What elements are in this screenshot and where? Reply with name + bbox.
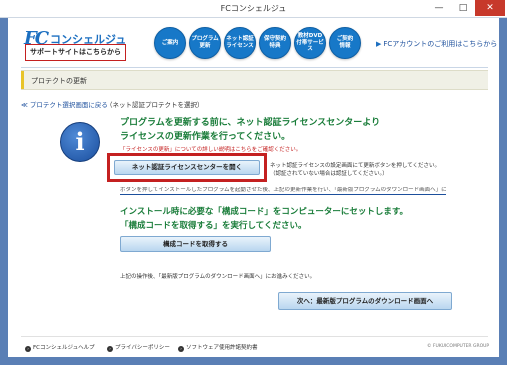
- back-note: （ネット認証プロテクトを選択）: [106, 101, 204, 109]
- nav-label-2: ライセンス: [226, 43, 254, 49]
- page-content: FC コンシェルジュ サポートサイトはこちらから ご案内 プログラム 更新 ネット…: [8, 18, 499, 357]
- open-license-center-button[interactable]: ネット認証ライセンスセンターを開く: [114, 160, 260, 175]
- nav-label: プログラム: [191, 36, 219, 43]
- nav-contract-info[interactable]: ご契約 情報: [329, 27, 361, 59]
- support-site-button[interactable]: サポートサイトはこちらから: [25, 44, 126, 61]
- nav-label: 教材DVD: [297, 32, 323, 39]
- nav-label-2: 特典: [269, 43, 281, 49]
- section-title: プロテクトの更新: [31, 77, 87, 85]
- message-line: インストール時に必要な「構成コード」をコンピューターにセットします。: [120, 207, 408, 217]
- license-center-note: ネット認証ライセンスの設定画面にて更新ボタンを押してください。 （認証されていな…: [270, 162, 442, 178]
- chevron-right-icon: ›: [107, 346, 113, 352]
- message-line: プログラムを更新する前に、ネット認証ライセンスセンターより: [120, 118, 381, 128]
- window-frame: FC コンシェルジュ サポートサイトはこちらから ご案内 プログラム 更新 ネット…: [0, 18, 507, 365]
- chevron-right-icon: ›: [25, 346, 31, 352]
- footer-link-label: ソフトウェア使用許諾契約書: [186, 345, 258, 351]
- highlight-frame: ネット認証ライセンスセンターを開く: [107, 153, 267, 182]
- nav-maintenance[interactable]: 保守契約 特典: [259, 27, 291, 59]
- nav-dvd-service[interactable]: 教材DVD 付帯サービス: [294, 27, 326, 59]
- nav-program-update[interactable]: プログラム 更新: [189, 27, 221, 59]
- nav-label: ネット認証: [226, 36, 254, 43]
- fc-account-link[interactable]: ▶ FCアカウントのご利用はこちらから: [376, 39, 497, 49]
- title-bar: FCコンシェルジュ — □ ✕: [0, 0, 507, 18]
- section-accent: [21, 71, 24, 89]
- header-divider: [21, 67, 488, 68]
- footer-divider: [21, 336, 488, 337]
- footer-privacy-link[interactable]: › プライバシーポリシー: [107, 343, 170, 352]
- nav-label: ご契約: [336, 36, 354, 43]
- chevron-right-icon: ›: [178, 346, 184, 352]
- nav-guide[interactable]: ご案内: [154, 27, 186, 59]
- config-code-message: インストール時に必要な「構成コード」をコンピューターにセットします。 「構成コー…: [120, 205, 408, 233]
- minimize-button[interactable]: —: [427, 0, 451, 16]
- after-operation-note: 上記の操作後、「最新版プログラムのダウンロード画面へ」にお進みください。: [120, 274, 316, 280]
- back-to-protect-select-link[interactable]: ≪ プロテクト選択画面に戻る: [21, 99, 108, 109]
- license-help-link[interactable]: 「ライセンスの更新」についての詳しい説明はこちらをご確認ください。: [120, 145, 301, 153]
- note-line: （認証されていない場合は認証してください。）: [270, 171, 388, 177]
- info-icon: i: [60, 122, 100, 162]
- nav-net-license[interactable]: ネット認証 ライセンス: [224, 27, 256, 59]
- note-line: ネット認証ライセンスの設定画面にて更新ボタンを押してください。: [270, 163, 441, 169]
- nav-label-2: 付帯サービス: [296, 39, 324, 53]
- footer-license-agreement-link[interactable]: › ソフトウェア使用許諾契約書: [178, 343, 258, 352]
- maximize-button[interactable]: □: [451, 0, 475, 16]
- close-button[interactable]: ✕: [475, 0, 505, 16]
- next-download-button[interactable]: 次へ：最新版プログラムのダウンロード画面へ: [278, 292, 452, 310]
- get-config-code-button[interactable]: 構成コードを取得する: [120, 236, 271, 252]
- partially-hidden-note: ボタンを押してインストールしたプログラムを起動させた後、上記の更新作業を行い、「…: [120, 187, 446, 195]
- message-line: ライセンスの更新作業を行ってください。: [120, 132, 291, 142]
- nav-label-2: 情報: [339, 43, 351, 49]
- footer-link-label: プライバシーポリシー: [115, 345, 170, 351]
- section-header: プロテクトの更新: [21, 70, 488, 90]
- triangle-right-icon: ▶: [376, 40, 382, 48]
- message-line: 「構成コードを取得する」を実行してください。: [120, 221, 307, 231]
- license-update-message: プログラムを更新する前に、ネット認証ライセンスセンターより ライセンスの更新作業…: [120, 116, 380, 144]
- footer-help-link[interactable]: › FCコンシェルジュヘルプ: [25, 343, 95, 352]
- nav-label: ご案内: [161, 39, 179, 46]
- fc-account-label: FCアカウントのご利用はこちらから: [383, 40, 498, 48]
- nav-label-2: 更新: [199, 43, 211, 49]
- nav-label: 保守契約: [263, 36, 286, 43]
- copyright: © FUKUICOMPUTER GROUP: [427, 344, 490, 349]
- footer-link-label: FCコンシェルジュヘルプ: [33, 345, 95, 351]
